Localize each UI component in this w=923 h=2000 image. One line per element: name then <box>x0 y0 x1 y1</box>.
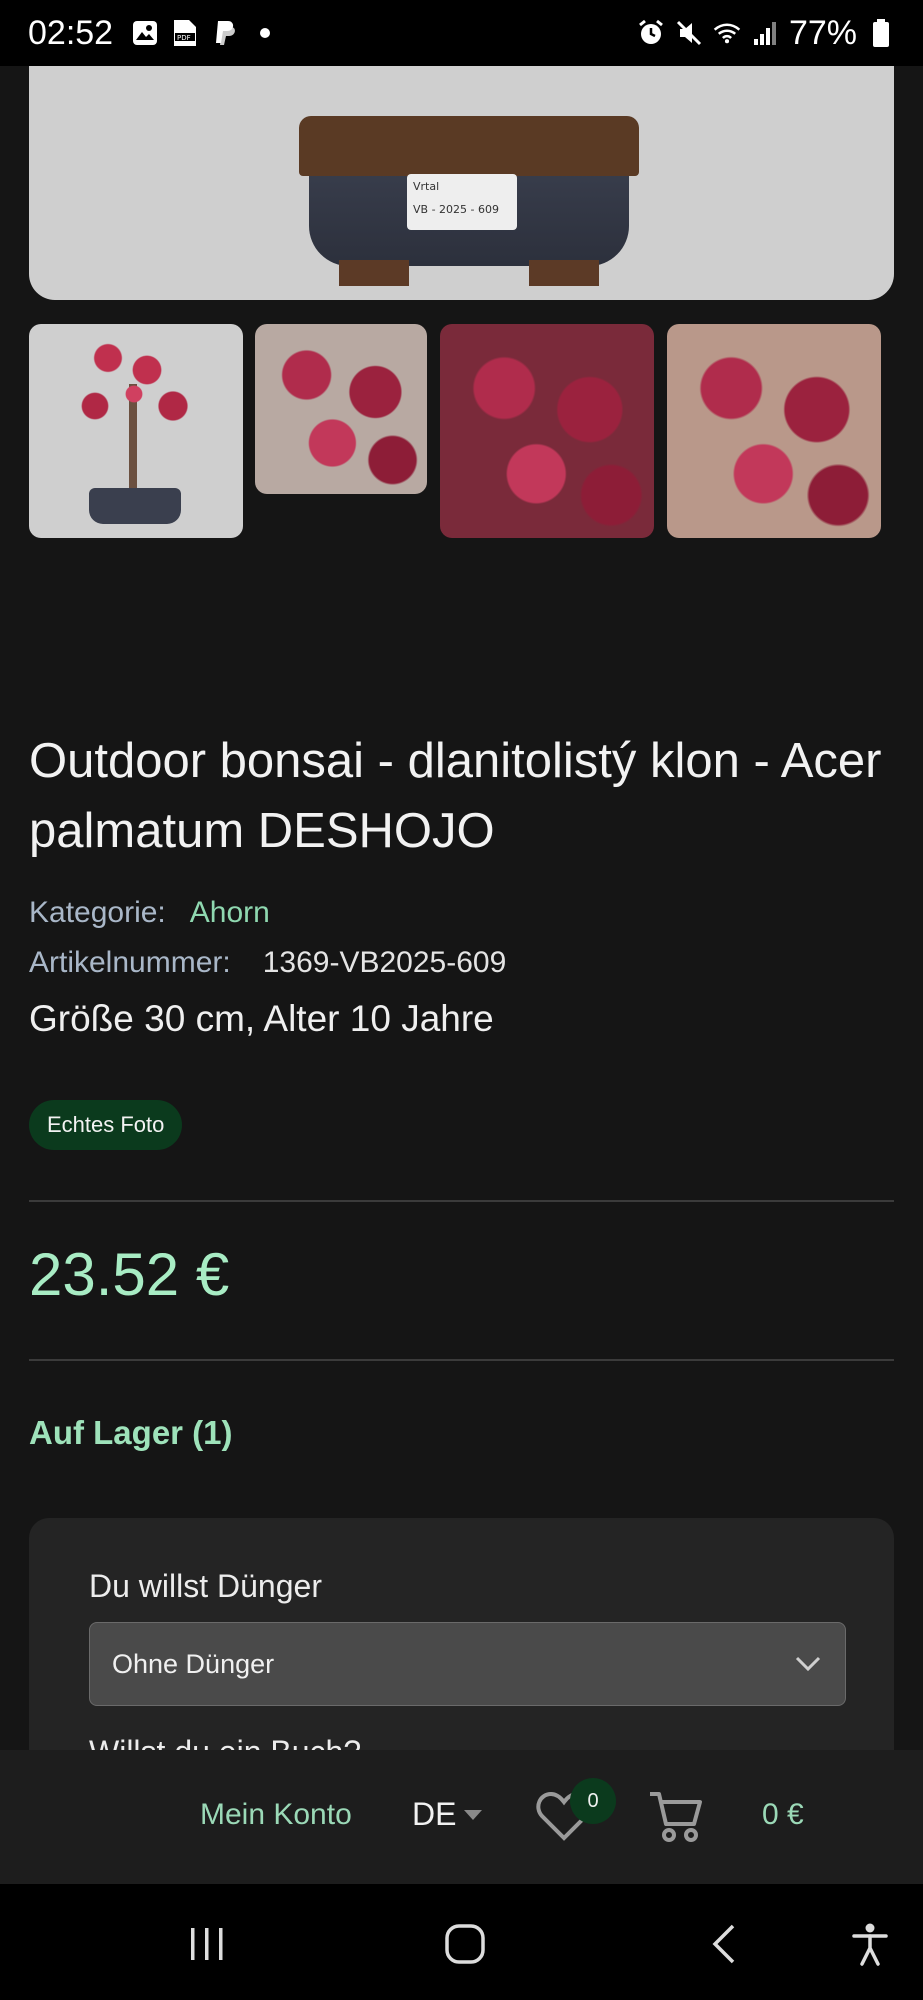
product-price: 23.52 € <box>29 1241 230 1308</box>
image-icon <box>131 19 159 47</box>
battery-percent: 77% <box>788 13 857 52</box>
bonsai-pot-illustration: Vrtal VB - 2025 - 609 <box>299 116 639 286</box>
status-bar: 02:52 PDF 77% <box>0 0 923 66</box>
status-time: 02:52 <box>28 13 114 52</box>
product-title: Outdoor bonsai - dlanitolistý klon - Ace… <box>29 734 882 858</box>
thumbnail-4[interactable] <box>667 324 881 538</box>
dot-icon <box>251 19 279 47</box>
language-selector[interactable]: DE <box>412 1796 483 1833</box>
alarm-icon <box>637 19 665 47</box>
category-label: Kategorie: <box>29 896 166 929</box>
pot-label-top: Vrtal <box>413 180 440 193</box>
pot-foot-left <box>339 260 409 286</box>
leaf-closeup <box>667 324 881 538</box>
thumbnail-1[interactable] <box>29 324 243 538</box>
signal-icon <box>751 19 779 47</box>
size-age-line: Größe 30 cm, Alter 10 Jahre <box>29 998 494 1039</box>
divider <box>29 1200 894 1202</box>
fertilizer-label: Du willst Dünger <box>89 1568 322 1604</box>
pot-foot-right <box>529 260 599 286</box>
chevron-down-icon <box>793 1649 823 1679</box>
product-options-card: Du willst Dünger Ohne Dünger Willst du e… <box>29 1518 894 1758</box>
thumbnail-gallery <box>29 324 894 540</box>
category-row: Kategorie: Ahorn <box>29 896 270 930</box>
battery-icon <box>867 19 895 47</box>
cart-total[interactable]: 0 € <box>762 1798 804 1832</box>
caret-down-icon <box>464 1809 483 1820</box>
wishlist-count-badge: 0 <box>570 1778 616 1824</box>
paypal-icon <box>211 19 239 47</box>
main-product-image[interactable]: Vrtal VB - 2025 - 609 <box>29 66 894 300</box>
tree-leaves <box>69 334 199 454</box>
fertilizer-select[interactable]: Ohne Dünger <box>89 1622 846 1706</box>
real-photo-badge: Echtes Foto <box>29 1100 183 1150</box>
status-right: 77% <box>637 14 895 53</box>
svg-text:PDF: PDF <box>177 34 191 42</box>
stock-status: Auf Lager (1) <box>29 1414 233 1451</box>
pot-label-bottom: VB - 2025 - 609 <box>413 203 499 216</box>
recent-apps-icon[interactable] <box>177 1914 237 1974</box>
leaf-closeup <box>440 324 654 538</box>
thumbnail-3[interactable] <box>440 324 654 538</box>
category-link[interactable]: Ahorn <box>190 896 270 930</box>
fertilizer-selected-value: Ohne Dünger <box>112 1648 275 1679</box>
accessibility-icon[interactable] <box>840 1914 900 1974</box>
my-account-link[interactable]: Mein Konto <box>200 1798 352 1832</box>
back-icon[interactable] <box>694 1914 754 1974</box>
thumbnail-2[interactable] <box>255 324 427 494</box>
pot-soil <box>299 116 639 176</box>
leaf-closeup <box>255 324 427 494</box>
article-number-value: 1369-VB2025-609 <box>262 946 507 979</box>
tree-pot <box>89 488 181 524</box>
site-bottom-bar: Mein Konto DE 0 0 € <box>0 1750 923 1884</box>
android-nav-bar <box>0 1884 923 2000</box>
divider <box>29 1359 894 1361</box>
cart-icon[interactable] <box>648 1788 706 1846</box>
mute-icon <box>675 19 703 47</box>
status-left: 02:52 PDF <box>28 14 279 53</box>
pot-label: Vrtal VB - 2025 - 609 <box>407 174 517 230</box>
wifi-icon <box>713 19 741 47</box>
article-number-label: Artikelnummer: <box>29 946 231 979</box>
article-number-row: Artikelnummer: 1369-VB2025-609 <box>29 946 506 980</box>
language-code: DE <box>412 1796 457 1832</box>
pdf-icon: PDF <box>171 19 199 47</box>
home-icon[interactable] <box>435 1914 495 1974</box>
